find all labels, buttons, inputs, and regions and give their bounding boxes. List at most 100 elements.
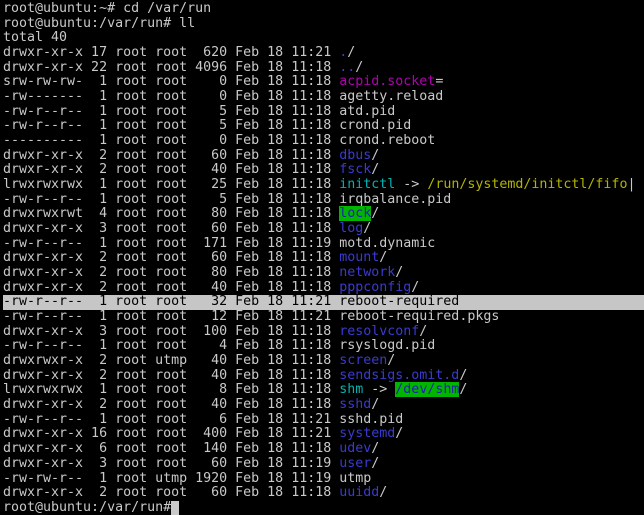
file-row: lrwxrwxrwx 1 root root 25 Feb 18 11:18 i… (3, 177, 644, 193)
file-row: drwxr-xr-x 2 root root 60 Feb 18 11:18 d… (3, 147, 644, 164)
file-meta: drwxrwxrwt 4 root root 80 Feb 18 11:18 (3, 206, 340, 222)
file-name-segment: / (411, 279, 420, 295)
world-writable-dir-name: /dev/shm (395, 382, 460, 398)
file-row: -rw-r--r-- 1 root root 5 Feb 18 11:18 at… (3, 103, 644, 120)
file-name-segment: reboot-required.pkgs (339, 309, 500, 325)
file-name-segment: agetty.reload (339, 89, 444, 105)
file-name-segment: / (371, 397, 380, 413)
file-name-segment: sshd.pid (339, 411, 404, 427)
file-meta: lrwxrwxrwx 1 root root 25 Feb 18 11:18 (3, 177, 340, 193)
directory-name: udev (339, 441, 372, 457)
file-row: -rw-r--r-- 1 root root 6 Feb 18 11:21 ss… (3, 411, 644, 428)
file-name-segment: / (379, 485, 388, 501)
file-meta: drwxr-xr-x 22 root root 4096 Feb 18 11:1… (3, 59, 340, 75)
file-row: srw-rw-rw- 1 root root 0 Feb 18 11:18 ac… (3, 75, 644, 90)
directory-name: sshd (339, 397, 372, 413)
file-meta: -rw-r--r-- 1 root root 5 Feb 18 11:18 (3, 191, 340, 207)
file-meta: -rw------- 1 root root 0 Feb 18 11:18 (3, 89, 340, 105)
file-meta: ---------- 1 root root 0 Feb 18 11:18 (3, 133, 340, 149)
file-meta: drwxr-xr-x 16 root root 400 Feb 18 11:21 (3, 426, 340, 442)
file-meta: drwxr-xr-x 2 root root 40 Feb 18 11:18 (3, 397, 340, 413)
file-row: drwxr-xr-x 3 root root 60 Feb 18 11:19 u… (3, 455, 644, 472)
terminal-line: root@ubuntu:/var/run# ll (3, 15, 644, 32)
directory-name: .. (339, 59, 356, 75)
file-name-segment: / (459, 367, 468, 383)
file-row: -rw------- 1 root root 0 Feb 18 11:18 ag… (3, 89, 644, 105)
file-meta: -rw-r--r-- 1 root root 6 Feb 18 11:21 (3, 411, 340, 427)
file-row: drwxr-xr-x 2 root root 40 Feb 18 11:18 s… (3, 367, 644, 384)
file-name-segment: / (387, 353, 396, 369)
file-meta: drwxr-xr-x 2 root root 60 Feb 18 11:18 (3, 485, 340, 501)
file-meta: -rw-rw-r-- 1 root utmp 1920 Feb 18 11:19 (3, 470, 340, 486)
file-row: lrwxrwxrwx 1 root root 8 Feb 18 11:18 sh… (3, 382, 644, 398)
file-name-segment: / (371, 455, 380, 471)
directory-name: fsck (339, 162, 372, 178)
terminal-screen[interactable]: root@ubuntu:~# cd /var/run root@ubuntu:/v… (3, 1, 644, 515)
file-row: drwxr-xr-x 16 root root 400 Feb 18 11:21… (3, 427, 644, 442)
file-meta: drwxr-xr-x 3 root root 100 Feb 18 11:18 (3, 323, 340, 339)
file-meta: drwxr-xr-x 6 root root 140 Feb 18 11:18 (3, 441, 340, 457)
terminal-window: root@ubuntu:~# cd /var/run root@ubuntu:/v… (0, 0, 644, 515)
file-meta: -rw-r--r-- 1 root root 4 Feb 18 11:18 (3, 338, 340, 354)
file-name-segment: utmp (339, 470, 372, 486)
file-row: drwxr-xr-x 22 root root 4096 Feb 18 11:1… (3, 59, 644, 76)
file-meta: drwxrwxr-x 2 root utmp 40 Feb 18 11:18 (3, 353, 340, 369)
file-row: drwxr-xr-x 6 root root 140 Feb 18 11:18 … (3, 441, 644, 457)
symlink-name: shm (339, 382, 364, 398)
file-row-selected: -rw-r--r-- 1 root root 32 Feb 18 11:21 r… (3, 294, 644, 311)
file-row: drwxr-xr-x 17 root root 620 Feb 18 11:21… (3, 45, 644, 61)
file-name-segment: / (371, 147, 380, 163)
file-name-segment: / (459, 382, 468, 398)
directory-name: log (339, 221, 364, 237)
directory-name: uuidd (339, 485, 380, 501)
file-row: -rw-rw-r-- 1 root utmp 1920 Feb 18 11:19… (3, 470, 644, 487)
file-meta: -rw-r--r-- 1 root root 32 Feb 18 11:21 (3, 294, 340, 310)
file-name-segment: atd.pid (339, 103, 396, 119)
file-meta: drwxr-xr-x 2 root root 80 Feb 18 11:18 (3, 265, 340, 281)
file-row: drwxr-xr-x 3 root root 100 Feb 18 11:18 … (3, 323, 644, 340)
directory-name: network (339, 265, 396, 281)
file-row: drwxr-xr-x 2 root root 40 Feb 18 11:18 s… (3, 397, 644, 413)
terminal-text: root@ubuntu:/var/run# ll (3, 15, 196, 31)
file-row: drwxr-xr-x 2 root root 60 Feb 18 11:18 m… (3, 251, 644, 266)
file-name-segment: / (371, 206, 380, 222)
file-name-segment: reboot-required (339, 294, 460, 310)
file-row: ---------- 1 root root 0 Feb 18 11:18 cr… (3, 133, 644, 149)
directory-name: pppconfig (339, 279, 412, 295)
prompt-text: root@ubuntu:/var/run# (3, 499, 172, 515)
file-name-segment: / (347, 45, 356, 61)
world-writable-dir-name: lock (339, 206, 372, 222)
file-name-segment: / (355, 59, 364, 75)
file-name-segment: / (371, 441, 380, 457)
file-name-segment: / (371, 162, 380, 178)
file-meta: -rw-r--r-- 1 root root 5 Feb 18 11:18 (3, 118, 340, 134)
directory-name: mount (339, 250, 380, 266)
file-row: drwxrwxrwt 4 root root 80 Feb 18 11:18 l… (3, 206, 644, 222)
file-meta: srw-rw-rw- 1 root root 0 Feb 18 11:18 (3, 74, 340, 90)
file-name-segment: rsyslogd.pid (339, 338, 436, 354)
file-name-segment: / (419, 323, 428, 339)
directory-name: resolvconf (339, 323, 420, 339)
file-meta: -rw-r--r-- 1 root root 12 Feb 18 11:21 (3, 309, 340, 325)
terminal-text: root@ubuntu:~# cd /var/run (3, 1, 212, 16)
file-meta: drwxr-xr-x 2 root root 40 Feb 18 11:18 (3, 162, 340, 178)
file-row: drwxr-xr-x 2 root root 80 Feb 18 11:18 n… (3, 265, 644, 281)
file-meta: lrwxrwxrwx 1 root root 8 Feb 18 11:18 (3, 382, 340, 398)
file-meta: drwxr-xr-x 2 root root 40 Feb 18 11:18 (3, 279, 340, 295)
file-name-segment: crond.pid (339, 118, 412, 134)
file-name-segment: = (435, 74, 444, 90)
file-name-segment: -> (363, 382, 396, 398)
prompt-line: root@ubuntu:/var/run# (3, 499, 644, 515)
file-name-segment: | (627, 177, 636, 193)
file-row: -rw-r--r-- 1 root root 12 Feb 18 11:21 r… (3, 309, 644, 325)
file-row: drwxr-xr-x 3 root root 60 Feb 18 11:18 l… (3, 221, 644, 237)
symlink-name: initctl (339, 177, 396, 193)
file-name-segment: irqbalance.pid (339, 191, 452, 207)
file-name-segment: / (395, 426, 404, 442)
terminal-text: total 40 (3, 30, 68, 46)
file-meta: drwxr-xr-x 2 root root 60 Feb 18 11:18 (3, 147, 340, 163)
terminal-line: root@ubuntu:~# cd /var/run (3, 1, 644, 17)
file-name-segment: / (379, 250, 388, 266)
file-row: -rw-r--r-- 1 root root 4 Feb 18 11:18 rs… (3, 339, 644, 354)
directory-name: systemd (339, 426, 396, 442)
